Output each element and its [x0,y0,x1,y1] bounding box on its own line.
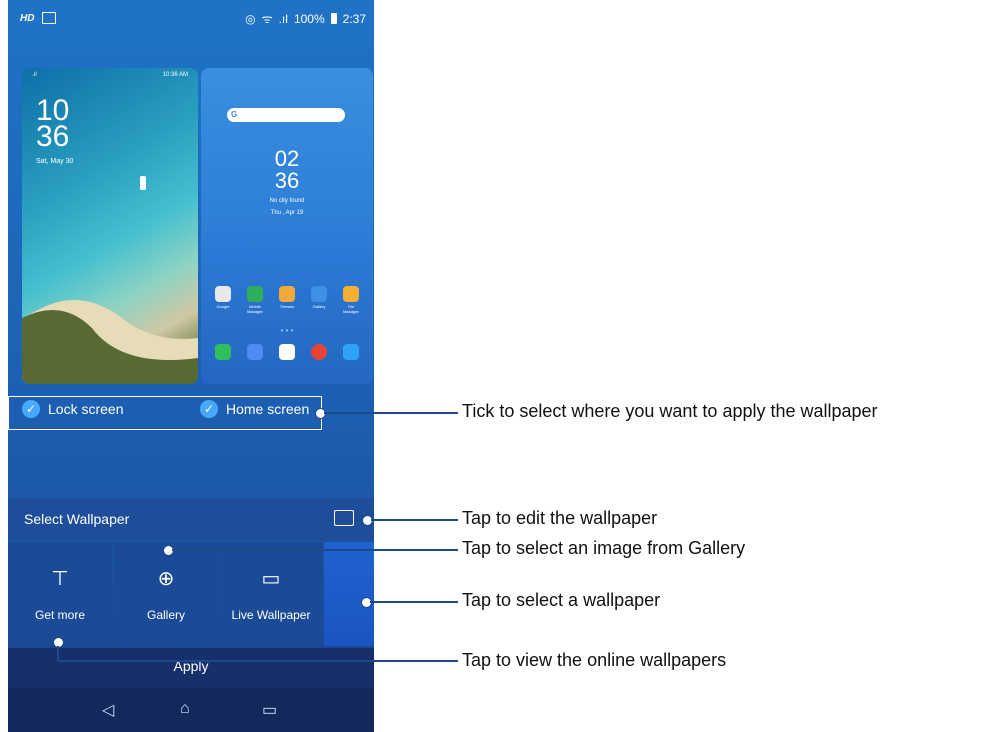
select-wallpaper-label: Select Wallpaper [24,511,130,527]
recents-icon[interactable]: ▭ [262,700,277,720]
chrome-icon [308,344,330,362]
beach-image [22,176,198,384]
app-themes: Themes [276,286,298,314]
wallpaper-source-tiles: ⊤ Get more ⊕ Gallery ▭ Live Wallpaper [8,542,374,646]
callout-dot [53,637,64,648]
callout-line [172,549,458,551]
wifi-icon: ᯤ [261,12,273,26]
gallery-tile[interactable]: ⊕ Gallery [114,542,218,646]
sync-icon: ◎ [245,11,256,26]
live-wallpaper-label: Live Wallpaper [231,608,311,622]
callout-line [370,601,458,603]
apply-button[interactable]: Apply [8,648,374,688]
live-wallpaper-tile[interactable]: ▭ Live Wallpaper [219,542,323,646]
paint-roller-icon: ⊤ [51,568,69,590]
home-search-bar: G [227,108,345,122]
gallery-label: Gallery [146,608,185,622]
home-icon[interactable]: ⌂ [180,700,190,718]
callout-online: Tap to view the online wallpapers [462,650,727,670]
home-clock: 02 36 [201,148,373,192]
image-notification-icon [42,12,57,24]
app-mobile-manager: Mobile Manager [244,286,266,314]
messages-app-icon [244,344,266,362]
status-bar: HD ◎ ᯤ .ıl 100% 2:37 [8,0,374,38]
get-more-label: Get more [34,608,85,622]
back-icon[interactable]: ◁ [102,700,114,720]
callout-gallery: Tap to select an image from Gallery [462,538,746,558]
page-indicator: • • • [280,326,294,335]
get-more-tile[interactable]: ⊤ Get more [8,542,112,646]
home-minute: 36 [274,168,300,193]
callout-line [57,660,458,662]
home-dock [201,344,373,362]
camera-app-icon [340,344,362,362]
callout-apply-target: Tick to select where you want to apply t… [462,401,878,421]
callout-line [371,519,458,521]
edit-wallpaper-icon[interactable] [334,510,354,526]
phone-app-icon [212,344,234,362]
app-file-manager: File Manager [340,286,362,314]
live-image-icon: ▭ [261,568,281,590]
balloon-icon: ⊕ [157,568,175,590]
app-google: Google [212,286,234,314]
home-app-row: Google Mobile Manager Themes Gallery Fil… [201,286,373,314]
callout-select: Tap to select a wallpaper [462,590,661,610]
play-store-icon [276,344,298,362]
signal-icon: .ıl [278,11,288,26]
callout-dot [362,515,373,526]
google-g-icon: G [231,110,238,119]
callout-line [324,412,458,414]
callout-line [57,646,59,661]
target-highlight-box [8,396,322,430]
home-hour: 02 [274,146,300,171]
home-date: Thu , Apr 19 [270,210,304,216]
phone-screen: HD ◎ ᯤ .ıl 100% 2:37 .ıl 10:36 AM 10 36 … [8,0,374,732]
app-gallery: Gallery [308,286,330,314]
home-screen-preview[interactable]: G 02 36 No city found Thu , Apr 19 Googl… [201,68,373,384]
hd-indicator: HD [20,12,35,24]
battery-percent: 100% [293,11,325,26]
wallpaper-thumbnail-selected[interactable] [324,542,374,646]
callout-dot [315,408,326,419]
select-wallpaper-bar: Select Wallpaper [8,498,374,540]
callout-dot [361,597,372,608]
home-weather: No city found [269,198,305,204]
lock-screen-preview[interactable]: .ıl 10:36 AM 10 36 Sat, May 30 [22,68,198,384]
clock: 2:37 [342,11,366,26]
callout-edit: Tap to edit the wallpaper [462,508,658,528]
callout-dot [163,545,174,556]
navigation-bar: ◁ ⌂ ▭ [8,688,374,732]
battery-icon [330,13,337,24]
